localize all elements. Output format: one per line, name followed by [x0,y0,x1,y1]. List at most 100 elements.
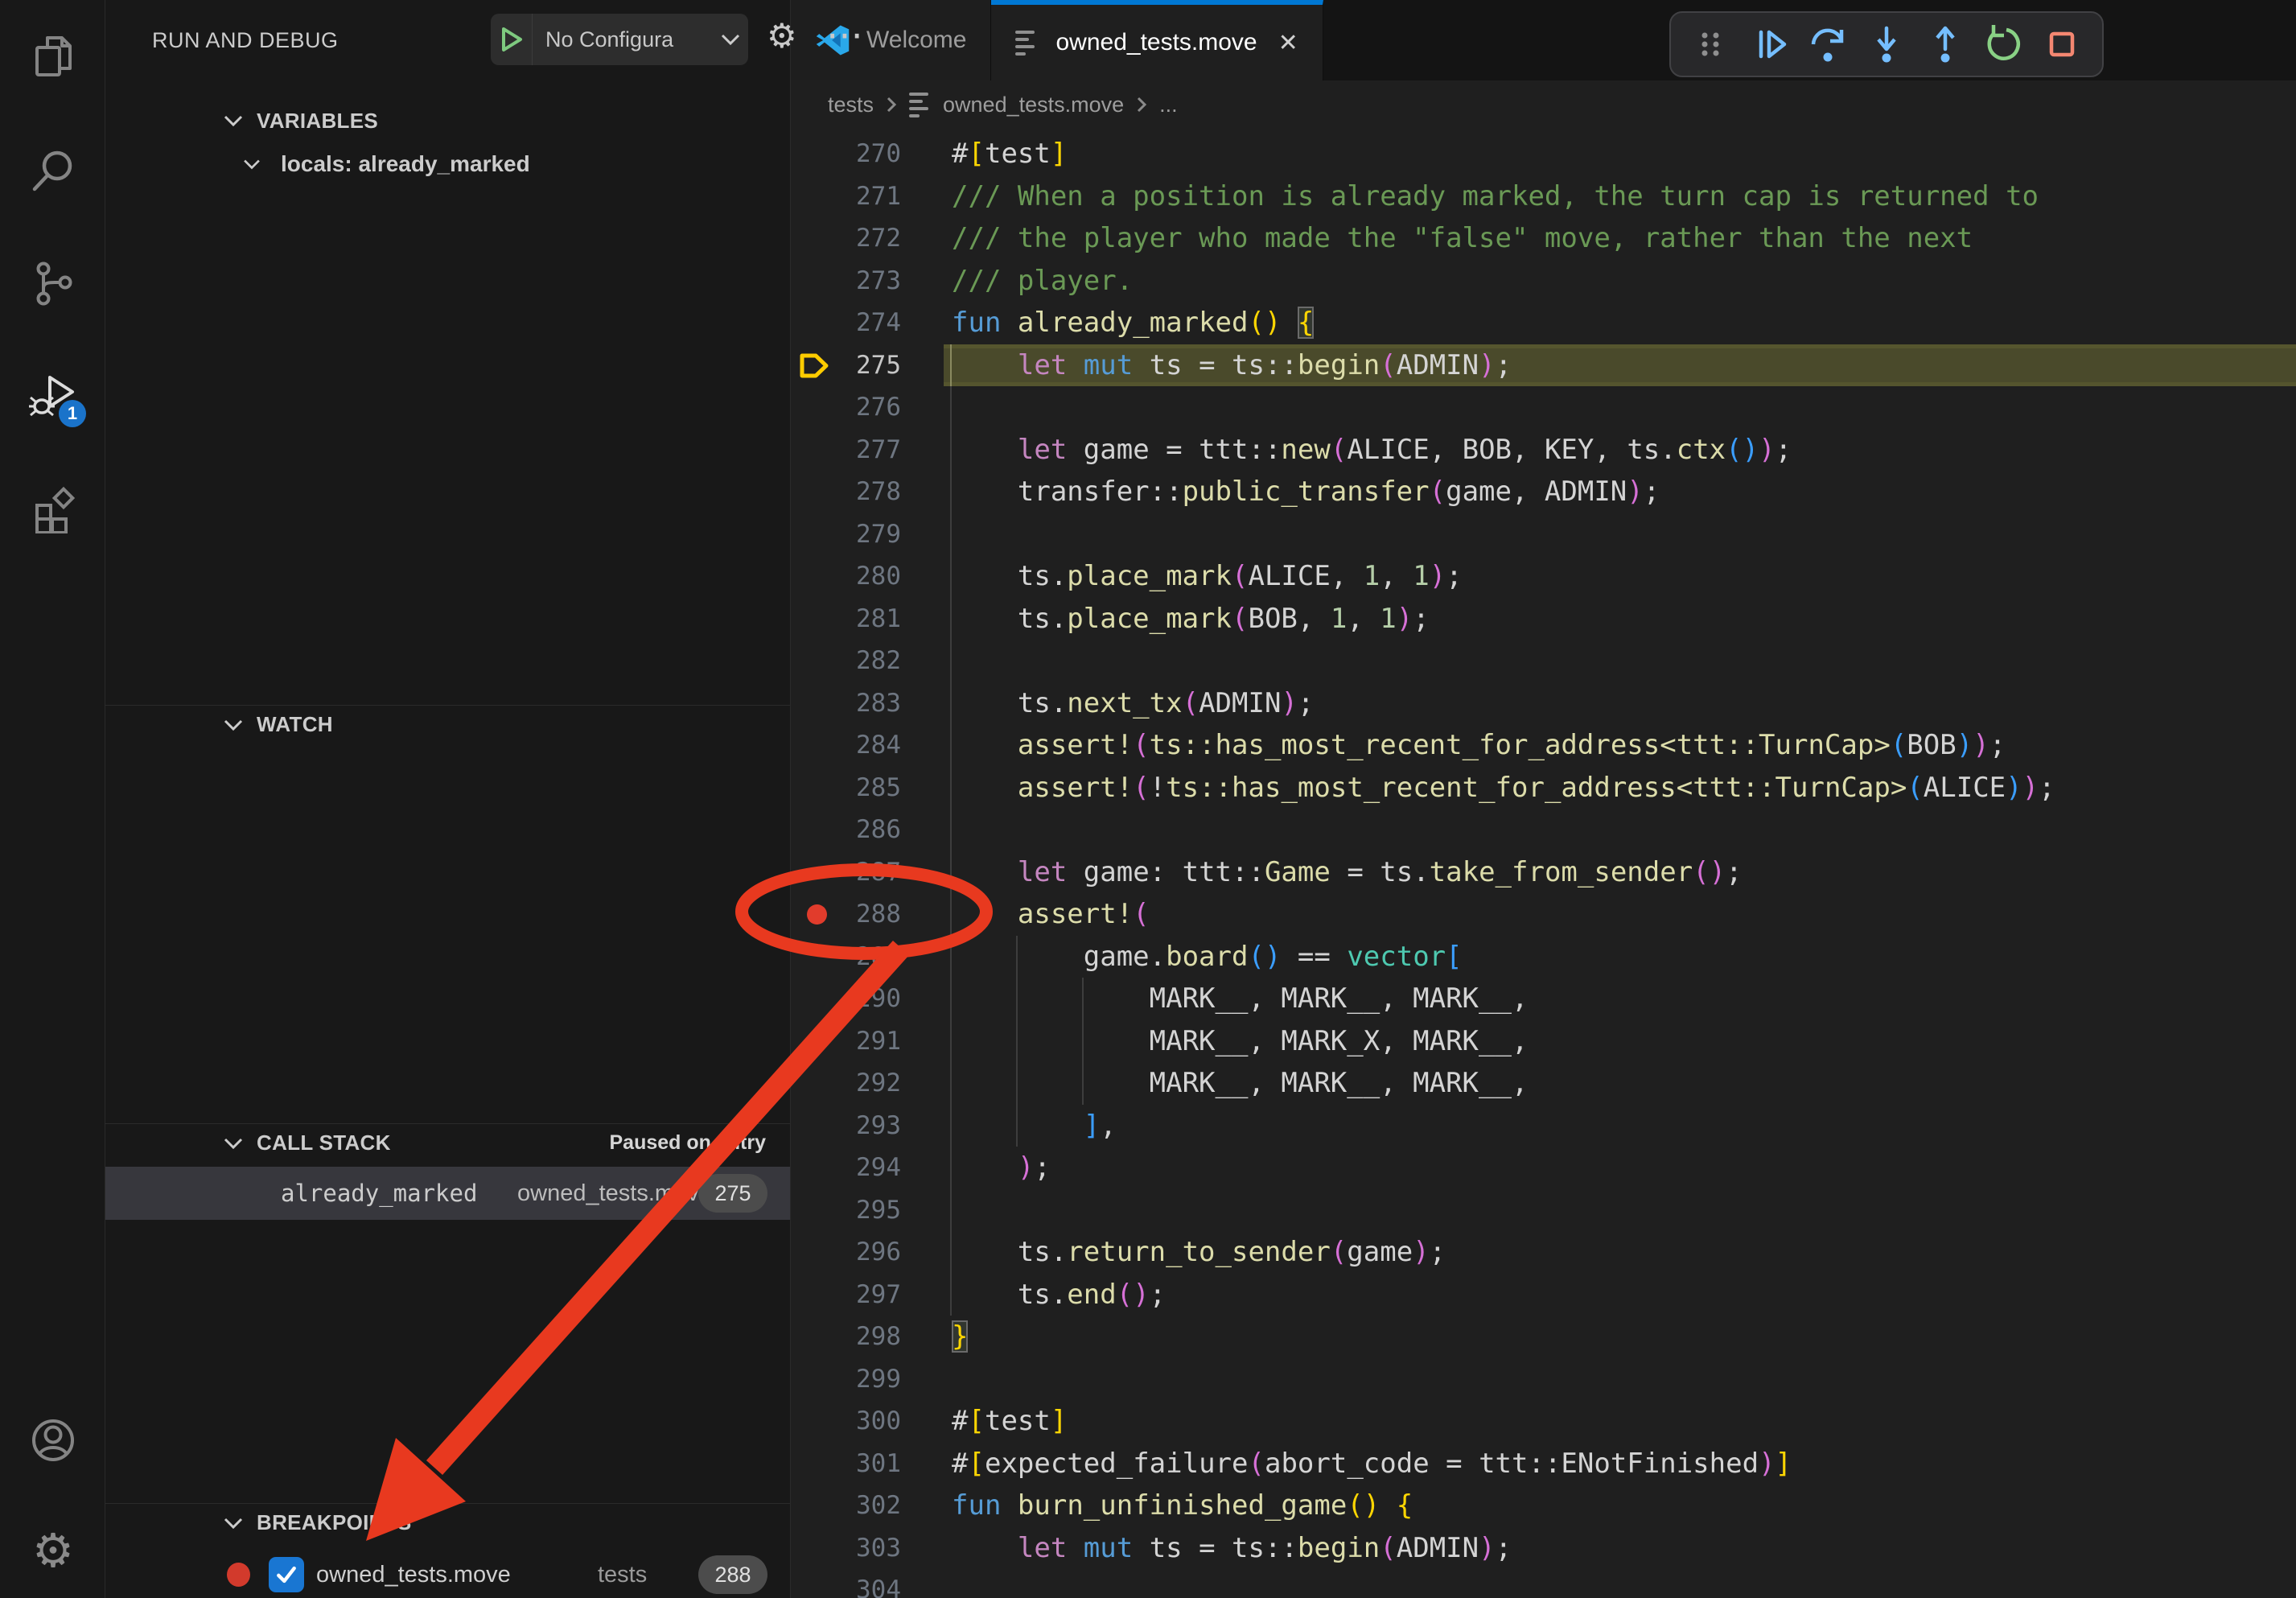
gutter[interactable]: 293 [791,1105,952,1147]
line-number[interactable]: 300 [791,1400,901,1443]
section-breakpoints[interactable]: BREAKPOINTS [105,1503,790,1542]
breakpoint-checkbox[interactable] [269,1557,304,1592]
line-number[interactable]: 282 [791,640,901,682]
line-number[interactable]: 283 [791,682,901,725]
line-number[interactable]: 303 [791,1527,901,1570]
gutter[interactable]: 288 [791,893,952,936]
gutter[interactable]: 275 [791,344,952,387]
gutter[interactable]: 292 [791,1062,952,1105]
continue-icon[interactable] [1749,23,1791,65]
line-number[interactable]: 287 [791,851,901,894]
line-number[interactable]: 276 [791,386,901,429]
line-number[interactable]: 273 [791,260,901,303]
extensions-icon[interactable] [27,482,80,535]
gutter[interactable]: 276 [791,386,952,429]
line-number[interactable]: 301 [791,1443,901,1485]
explorer-icon[interactable] [27,30,80,83]
gutter[interactable]: 273 [791,260,952,303]
line-number[interactable]: 292 [791,1062,901,1105]
line-number[interactable]: 272 [791,217,901,260]
breakpoint-list-row[interactable]: owned_tests.move tests 288 [105,1551,790,1598]
more-actions-icon[interactable]: ⋯ [826,13,863,56]
gutter[interactable]: 302 [791,1485,952,1527]
gutter[interactable]: 290 [791,978,952,1020]
gutter[interactable]: 278 [791,471,952,513]
gutter[interactable]: 272 [791,217,952,260]
source-control-icon[interactable] [27,257,80,310]
gutter[interactable]: 274 [791,302,952,344]
breadcrumb-symbol[interactable]: ... [1159,93,1178,117]
debug-settings-gear-icon[interactable]: ⚙ [767,19,797,53]
gutter[interactable]: 304 [791,1569,952,1598]
gutter[interactable]: 298 [791,1316,952,1358]
line-number[interactable]: 289 [791,936,901,978]
line-number[interactable]: 271 [791,175,901,218]
close-icon[interactable]: ✕ [1278,29,1298,57]
gutter[interactable]: 300 [791,1400,952,1443]
settings-gear-icon[interactable]: ⚙ [27,1524,80,1577]
line-number[interactable]: 278 [791,471,901,513]
line-number[interactable]: 286 [791,809,901,851]
line-number[interactable]: 285 [791,767,901,809]
gutter[interactable]: 296 [791,1231,952,1274]
line-number[interactable]: 294 [791,1147,901,1189]
line-number[interactable]: 290 [791,978,901,1020]
line-number[interactable]: 280 [791,555,901,598]
debug-config-dropdown[interactable]: No Configura [491,14,748,65]
gutter[interactable]: 277 [791,429,952,472]
restart-icon[interactable] [1982,23,2024,65]
start-debug-icon[interactable] [491,14,533,65]
gutter[interactable]: 279 [791,513,952,556]
run-debug-icon[interactable]: 1 [27,369,80,422]
gutter[interactable]: 280 [791,555,952,598]
variables-scope-row[interactable]: locals: already_marked [105,143,790,185]
step-into-icon[interactable] [1866,23,1907,65]
gutter[interactable]: 282 [791,640,952,682]
section-watch[interactable]: WATCH [105,705,790,743]
gutter[interactable]: 285 [791,767,952,809]
step-over-icon[interactable] [1807,23,1849,65]
line-number[interactable]: 302 [791,1485,901,1527]
gutter[interactable]: 284 [791,724,952,767]
gutter[interactable]: 281 [791,598,952,640]
line-number[interactable]: 293 [791,1105,901,1147]
line-number[interactable]: 296 [791,1231,901,1274]
line-number[interactable]: 275 [791,344,901,387]
gutter[interactable]: 289 [791,936,952,978]
gutter[interactable]: 271 [791,175,952,218]
gutter[interactable]: 301 [791,1443,952,1485]
line-number[interactable]: 277 [791,429,901,472]
tab-welcome[interactable]: Welcome [791,0,991,80]
gutter[interactable]: 295 [791,1189,952,1232]
line-number[interactable]: 298 [791,1316,901,1358]
gutter[interactable]: 303 [791,1527,952,1570]
section-variables[interactable]: VARIABLES [105,101,790,140]
line-number[interactable]: 279 [791,513,901,556]
gutter[interactable]: 287 [791,851,952,894]
gutter[interactable]: 283 [791,682,952,725]
line-number[interactable]: 288 [791,893,901,936]
line-number[interactable]: 304 [791,1569,901,1598]
line-number[interactable]: 295 [791,1189,901,1232]
line-number[interactable]: 270 [791,133,901,175]
line-number[interactable]: 284 [791,724,901,767]
gutter[interactable]: 299 [791,1358,952,1401]
line-number[interactable]: 297 [791,1274,901,1316]
gutter[interactable]: 291 [791,1020,952,1063]
line-number[interactable]: 291 [791,1020,901,1063]
tab-owned-tests-move[interactable]: owned_tests.move ✕ [991,0,1323,80]
section-call-stack[interactable]: CALL STACK Paused on entry [105,1123,790,1162]
gutter[interactable]: 286 [791,809,952,851]
breadcrumb-folder[interactable]: tests [828,93,874,117]
search-icon[interactable] [27,144,80,197]
gutter[interactable]: 270 [791,133,952,175]
breadcrumb-file[interactable]: owned_tests.move [943,93,1124,117]
gutter[interactable]: 297 [791,1274,952,1316]
line-number[interactable]: 299 [791,1358,901,1401]
gutter[interactable]: 294 [791,1147,952,1189]
toolbar-drag-grip-icon[interactable] [1690,23,1732,65]
stop-icon[interactable] [2041,23,2083,65]
line-number[interactable]: 281 [791,598,901,640]
step-out-icon[interactable] [1924,23,1966,65]
line-number[interactable]: 274 [791,302,901,344]
